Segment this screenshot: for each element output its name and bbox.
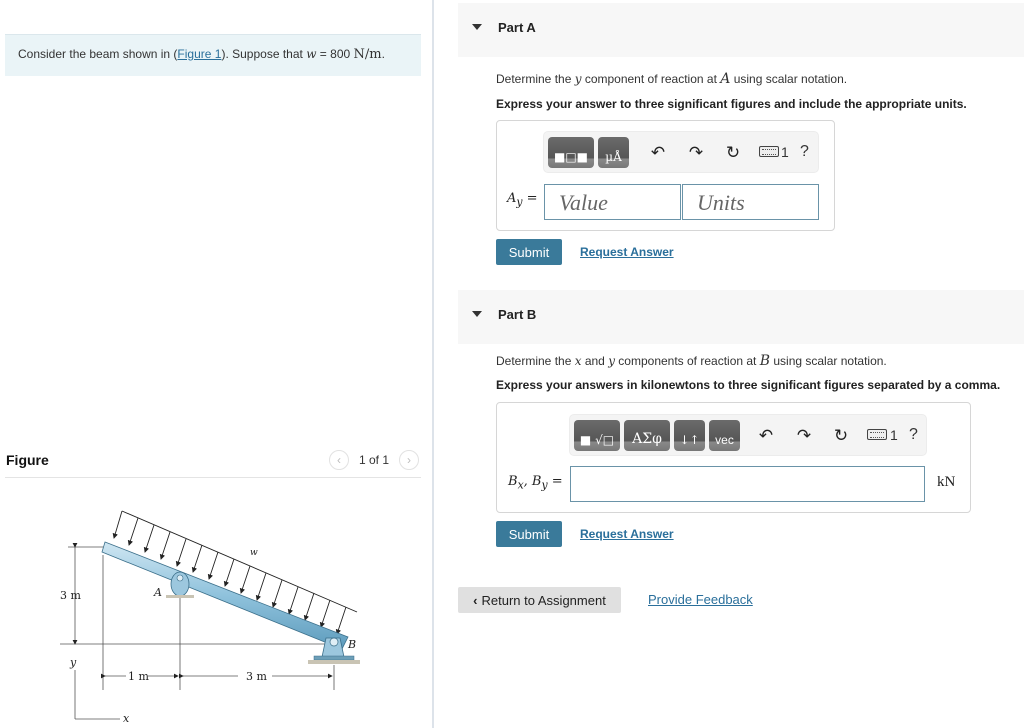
templates-button[interactable]: ■□■ [548,137,594,168]
help-icon[interactable]: ? [909,426,918,444]
undo-icon[interactable]: ↶ [756,426,776,446]
reset-icon[interactable]: ↻ [831,426,851,446]
pane-divider[interactable] [432,0,434,728]
q-a-point: A [720,71,731,87]
collapse-triangle-icon [472,311,482,317]
dist-b-label: 3 m [246,670,267,683]
load-value: = 800 [316,47,354,61]
return-label: Return to Assignment [481,592,606,608]
greek-icon: ΑΣφ [632,431,662,447]
q-a-mid: component of reaction at [581,72,721,86]
part-b-request-answer-link[interactable]: Request Answer [580,527,674,541]
value-input[interactable]: Value [544,184,681,220]
part-a-answer-label: Ay = [507,191,538,209]
load-label: w [250,548,258,558]
part-b-question: Determine the x and y components of reac… [496,353,887,369]
label-var: A [507,191,517,206]
intro-prefix: Consider the beam shown in ( [18,47,178,61]
support-a-label: A [153,586,162,599]
units-button[interactable]: µÅ [598,137,629,168]
figure-link[interactable]: Figure 1 [177,47,221,61]
load-variable: w [306,47,317,61]
part-a-answer-box: ■□■ µÅ ↶ ↷ ↻ 1 ? Ay = Value Units [496,120,835,231]
q-a-pre: Determine the [496,72,575,86]
keyboard-icon[interactable] [867,429,887,440]
angstrom-icon: µÅ [605,150,622,164]
part-a-instruction: Express your answer to three significant… [496,97,967,111]
keyboard-shortcut-count: 1 [890,427,898,443]
part-a-title: Part A [498,20,536,35]
return-to-assignment-button[interactable]: ‹ Return to Assignment [458,587,621,613]
load-unit: N/m [353,47,382,62]
q-b-var2: y [608,354,615,368]
part-a-math-toolbar: ■□■ µÅ ↶ ↷ ↻ 1 ? [543,131,819,173]
provide-feedback-link[interactable]: Provide Feedback [648,592,753,607]
problem-statement: Consider the beam shown in (Figure 1). S… [5,34,421,76]
part-b-instruction: Express your answers in kilonewtons to t… [496,378,1001,392]
keyboard-shortcut-count: 1 [781,144,789,160]
beam [101,541,349,650]
part-b-title: Part B [498,307,537,322]
label-b: B [508,474,518,489]
dimension-lines [60,543,340,720]
fraction-template-icon: ■□■ [553,150,588,164]
part-b-header[interactable]: Part B [458,290,1024,344]
collapse-triangle-icon [472,24,482,30]
figure-pagination: ‹ 1 of 1 › [328,450,419,470]
greek-symbols-button[interactable]: ΑΣφ [624,420,670,451]
dist-a-label: 1 m [128,670,149,683]
q-a-post: using scalar notation. [730,72,848,86]
chevron-right-icon: › [407,453,411,467]
support-b-label: B [347,638,356,651]
part-a-header[interactable]: Part A [458,3,1024,57]
templates-button[interactable]: ■ √□ [574,420,620,451]
figure-header: Figure ‹ 1 of 1 › [5,444,421,478]
label-eq: = [547,474,563,489]
part-b-submit-button[interactable]: Submit [496,521,562,547]
chevron-left-icon: ‹ [336,453,341,467]
arrows-button[interactable]: ↓↑ [674,420,705,451]
problem-pane: Consider the beam shown in (Figure 1). S… [0,0,432,728]
q-b-and: and [581,354,609,368]
q-b-post: using scalar notation. [770,354,887,368]
intro-period: . [381,47,385,61]
part-b-answer-label: Bx, By = [508,474,563,492]
part-b-answer-box: ■ √□ ΑΣφ ↓↑ vec ↶ ↷ ↻ 1 ? Bx, By = kN [496,402,971,513]
reset-icon[interactable]: ↻ [723,143,743,163]
sqrt-template-icon: ■ √□ [579,433,615,447]
part-a-request-answer-link[interactable]: Request Answer [580,245,674,259]
bx-by-answer-input[interactable] [570,466,925,502]
label-sep: , B [523,474,542,489]
part-a-submit-button[interactable]: Submit [496,239,562,265]
beam-figure: 3 m 1 m 3 m w A B y x [60,510,360,725]
next-figure-button[interactable]: › [399,450,419,470]
y-axis-label: y [69,656,77,669]
part-a-question: Determine the y component of reaction at… [496,71,847,87]
q-b-pre: Determine the [496,354,575,368]
q-b-point: B [759,353,771,369]
undo-icon[interactable]: ↶ [648,143,668,163]
label-eq: = [522,191,538,206]
vec-icon: vec [715,433,734,447]
units-input[interactable]: Units [682,184,819,220]
part-b-math-toolbar: ■ √□ ΑΣφ ↓↑ vec ↶ ↷ ↻ 1 ? [569,414,927,456]
figure-counter: 1 of 1 [358,453,389,467]
redo-icon[interactable]: ↷ [794,426,814,446]
redo-icon[interactable]: ↷ [686,143,706,163]
unit-label: kN [937,474,956,490]
keyboard-icon[interactable] [759,146,779,157]
x-axis-label: x [123,712,130,725]
help-icon[interactable]: ? [800,143,809,161]
vector-button[interactable]: vec [709,420,740,451]
distributed-load [112,510,358,635]
figure-title: Figure [6,452,49,468]
intro-suffix: ). Suppose that [221,47,307,61]
height-dimension-label: 3 m [60,589,81,602]
prev-figure-button[interactable]: ‹ [328,450,349,470]
arrows-icon: ↓↑ [679,433,700,447]
chevron-left-icon: ‹ [473,592,478,608]
q-b-mid: components of reaction at [614,354,760,368]
